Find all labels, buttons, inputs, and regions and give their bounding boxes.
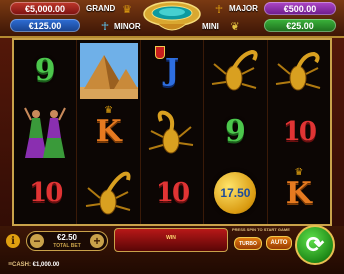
coin-icon: 17.50 bbox=[214, 172, 257, 215]
reel-cell: 10 bbox=[14, 163, 76, 224]
reel-cell: 9 bbox=[14, 40, 76, 101]
symbol-king: K bbox=[95, 114, 122, 150]
symbol-ten: 10 bbox=[29, 178, 63, 209]
scorpion-icon bbox=[212, 49, 259, 91]
reel-cell: 17.50 bbox=[204, 163, 266, 224]
shield-icon bbox=[154, 46, 165, 59]
reel-5: 10 ♛ K bbox=[268, 40, 330, 224]
symbol-ten: 10 bbox=[282, 116, 317, 147]
grand-jackpot-label: GRAND bbox=[86, 4, 116, 13]
info-button[interactable]: i bbox=[6, 234, 20, 248]
reel-cell: J bbox=[141, 40, 203, 101]
reel-cell: 10 bbox=[141, 163, 203, 224]
scorpion-icon bbox=[85, 171, 131, 215]
scarab-amulet-icon bbox=[143, 1, 201, 31]
turbo-button[interactable]: TURBO bbox=[234, 237, 262, 250]
win-label: WIN bbox=[166, 235, 176, 241]
spin-button[interactable]: ⟳ bbox=[295, 225, 335, 265]
mini-jackpot-value: €25.00 bbox=[264, 19, 336, 32]
cash-display: CASH: €1,000.00 bbox=[12, 262, 59, 268]
reel-cell: 10 bbox=[268, 101, 330, 162]
autoplay-button[interactable]: AUTO bbox=[266, 236, 292, 250]
symbol-ten: 10 bbox=[155, 178, 190, 209]
crown-icon: ♛ bbox=[294, 166, 304, 178]
scorpion-icon bbox=[275, 51, 321, 91]
major-jackpot-value: €500.00 bbox=[264, 2, 336, 15]
pyramids-icon bbox=[79, 42, 138, 99]
increase-bet-button[interactable]: + bbox=[90, 234, 104, 248]
reel-cell bbox=[77, 40, 139, 101]
eye-of-horus-icon: ☥ bbox=[214, 3, 224, 16]
symbol-king: K bbox=[285, 175, 312, 211]
reel-grid: 9 10 ♛ K J 10 9 17.50 10 ♛ K bbox=[12, 38, 332, 226]
pharaoh-icon: ♛ bbox=[122, 3, 132, 16]
reel-3: J 10 bbox=[141, 40, 205, 224]
reel-4: 9 17.50 bbox=[204, 40, 268, 224]
reel-2: ♛ K bbox=[77, 40, 141, 224]
grand-jackpot-value: €5,000.00 bbox=[10, 2, 80, 15]
symbol-jack: J bbox=[164, 53, 180, 89]
cash-label: CASH: bbox=[12, 262, 31, 268]
total-bet-value: €2.50 bbox=[56, 233, 78, 242]
duck-icon: ❦ bbox=[230, 20, 240, 33]
reel-1: 9 10 bbox=[14, 40, 78, 224]
reel-cell bbox=[268, 40, 330, 101]
decrease-bet-button[interactable]: − bbox=[30, 234, 44, 248]
reel-cell bbox=[77, 163, 139, 224]
minor-jackpot-label: MINOR bbox=[114, 22, 141, 31]
dancers-icon bbox=[24, 107, 67, 158]
ankh-icon: ☥ bbox=[100, 20, 110, 33]
reel-cell bbox=[141, 101, 203, 162]
mini-jackpot-label: MINI bbox=[202, 22, 219, 31]
crown-icon: ♛ bbox=[104, 105, 114, 117]
reel-cell: ♛ K bbox=[77, 101, 139, 162]
major-jackpot-label: MAJOR bbox=[229, 4, 258, 13]
reel-cell bbox=[204, 40, 266, 101]
reel-cell: 9 bbox=[204, 101, 266, 162]
reel-cell: ♛ K bbox=[268, 163, 330, 224]
reel-cell bbox=[14, 101, 76, 162]
symbol-nine: 9 bbox=[34, 53, 56, 89]
total-bet-label: TOTAL BET bbox=[53, 243, 81, 249]
coin-value: 17.50 bbox=[220, 186, 251, 201]
scorpion-icon bbox=[148, 110, 194, 154]
minor-jackpot-value: €125.00 bbox=[10, 19, 80, 32]
symbol-nine: 9 bbox=[224, 114, 246, 150]
cash-value: €1,000.00 bbox=[32, 262, 60, 268]
